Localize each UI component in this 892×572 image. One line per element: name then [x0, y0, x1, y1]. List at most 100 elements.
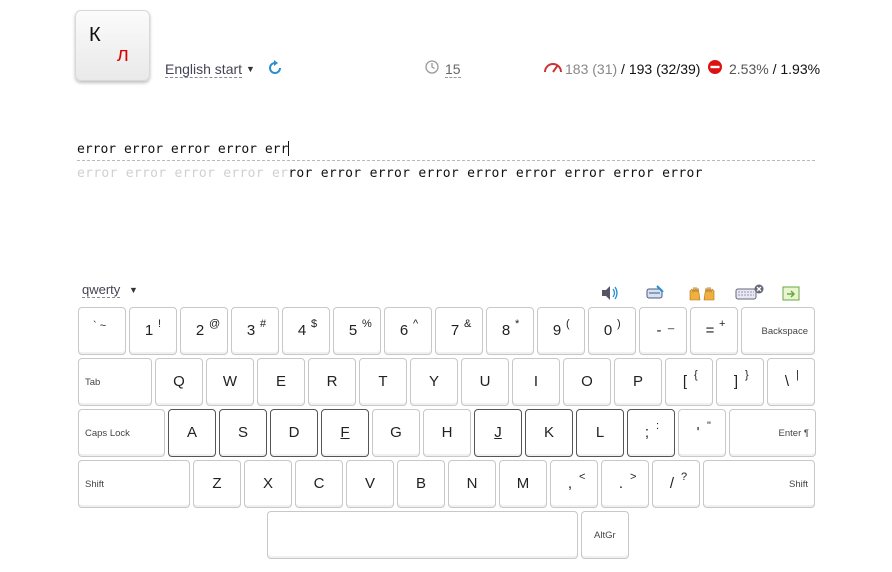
- key-1[interactable]: 1!: [129, 307, 177, 355]
- key-enter[interactable]: Enter ¶: [729, 409, 816, 457]
- key-tab[interactable]: Tab: [78, 358, 152, 406]
- logo[interactable]: К л: [75, 10, 150, 81]
- keyboard-color-icon[interactable]: [645, 284, 665, 302]
- chevron-down-icon[interactable]: ▼: [129, 285, 138, 295]
- key-main-label: ]: [733, 373, 739, 390]
- key-main-label: V: [364, 475, 375, 492]
- key-row3-11[interactable]: ' ": [678, 409, 726, 457]
- key-shift-label: !: [158, 318, 162, 330]
- lesson-selector[interactable]: English start: [165, 61, 243, 78]
- key-main-label: E: [275, 373, 286, 390]
- key-main-label: \: [784, 373, 790, 390]
- key-e[interactable]: E: [257, 358, 305, 406]
- key-label: Caps Lock: [85, 428, 130, 439]
- key-shift-label: $: [311, 318, 318, 330]
- source-text-done: error error error error er: [77, 166, 289, 181]
- key-row2-12[interactable]: ]}: [716, 358, 764, 406]
- key-h[interactable]: H: [423, 409, 471, 457]
- key-caps-lock[interactable]: Caps Lock: [78, 409, 165, 457]
- key-p[interactable]: P: [614, 358, 662, 406]
- key-k[interactable]: K: [525, 409, 573, 457]
- key-b[interactable]: B: [397, 460, 445, 508]
- key-y[interactable]: Y: [410, 358, 458, 406]
- source-text-remaining: ror error error error error error error …: [288, 166, 703, 181]
- keyboard-layout-selector[interactable]: qwerty: [82, 282, 121, 298]
- key-r[interactable]: R: [308, 358, 356, 406]
- key-shift[interactable]: Shift: [78, 460, 190, 508]
- key-label: Shift: [788, 479, 808, 490]
- key-label: Backspace: [761, 326, 808, 337]
- key-z[interactable]: Z: [193, 460, 241, 508]
- key-shift-label: ": [707, 420, 711, 432]
- key-shift-label: %: [362, 318, 372, 330]
- key-l[interactable]: L: [576, 409, 624, 457]
- key-3[interactable]: 3 #: [231, 307, 279, 355]
- key-shift[interactable]: Shift: [703, 460, 815, 508]
- key-o[interactable]: O: [563, 358, 611, 406]
- typed-text[interactable]: error error error error err: [77, 141, 290, 157]
- key-shift-label: |: [796, 369, 799, 381]
- key-main-label: ,: [567, 475, 573, 492]
- key-m[interactable]: M: [499, 460, 547, 508]
- key-6[interactable]: 6 ^: [384, 307, 432, 355]
- key-f[interactable]: F: [321, 409, 369, 457]
- key-t[interactable]: T: [359, 358, 407, 406]
- input-divider: [77, 160, 815, 161]
- logo-letter-1: К: [89, 24, 101, 46]
- key-row1-0[interactable]: ` ~: [78, 307, 126, 355]
- key-n[interactable]: N: [448, 460, 496, 508]
- key-u[interactable]: U: [461, 358, 509, 406]
- keyboard-hide-icon[interactable]: [735, 284, 765, 302]
- key-9[interactable]: 9(: [537, 307, 585, 355]
- chevron-down-icon[interactable]: ▼: [246, 64, 255, 74]
- fullscreen-icon[interactable]: [781, 284, 801, 302]
- key-shift-label: ?: [681, 471, 688, 483]
- key-a[interactable]: A: [168, 409, 216, 457]
- key-main-label: C: [313, 475, 325, 492]
- key-main-label: 6: [399, 322, 409, 339]
- key-q[interactable]: Q: [155, 358, 203, 406]
- key-main-label: 8: [501, 322, 511, 339]
- key-row2-11[interactable]: [{: [665, 358, 713, 406]
- error-stats: 2.53% / 1.93%: [729, 61, 820, 77]
- logo-letter-2: л: [117, 44, 129, 66]
- key-row2-13[interactable]: \ |: [767, 358, 815, 406]
- key-row4-10[interactable]: /?: [652, 460, 700, 508]
- key-v[interactable]: V: [346, 460, 394, 508]
- speaker-icon[interactable]: [600, 284, 620, 302]
- key-space[interactable]: [267, 511, 578, 559]
- key-2[interactable]: 2 @: [180, 307, 228, 355]
- key-x[interactable]: X: [244, 460, 292, 508]
- key-row4-8[interactable]: , <: [550, 460, 598, 508]
- hands-icon[interactable]: [688, 284, 716, 302]
- key-d[interactable]: D: [270, 409, 318, 457]
- key-shift-label: >: [630, 471, 637, 483]
- key-row1-11[interactable]: - _: [639, 307, 687, 355]
- key-altgr[interactable]: AltGr: [581, 511, 629, 559]
- timer-value[interactable]: 15: [445, 61, 461, 78]
- key-w[interactable]: W: [206, 358, 254, 406]
- key-i[interactable]: I: [512, 358, 560, 406]
- refresh-icon[interactable]: [266, 59, 284, 77]
- key-main-label: -: [656, 322, 662, 339]
- key-8[interactable]: 8 *: [486, 307, 534, 355]
- speedometer-icon: [544, 63, 562, 73]
- key-main-label: Y: [428, 373, 439, 390]
- key-5[interactable]: 5%: [333, 307, 381, 355]
- key-main-label: B: [415, 475, 426, 492]
- key-4[interactable]: 4 $: [282, 307, 330, 355]
- key-s[interactable]: S: [219, 409, 267, 457]
- key-j[interactable]: J: [474, 409, 522, 457]
- key-shift-label: {: [694, 369, 698, 381]
- key-main-label: I: [533, 373, 539, 390]
- key-g[interactable]: G: [372, 409, 420, 457]
- typed-text-value: error error error error err: [77, 142, 289, 157]
- key-row4-9[interactable]: . >: [601, 460, 649, 508]
- key-backspace[interactable]: Backspace: [741, 307, 815, 355]
- key-row1-12[interactable]: = +: [690, 307, 738, 355]
- key-0[interactable]: 0): [588, 307, 636, 355]
- key-row3-10[interactable]: ;:: [627, 409, 675, 457]
- key-7[interactable]: 7 &: [435, 307, 483, 355]
- source-text: error error error error error error erro…: [77, 166, 703, 181]
- key-c[interactable]: C: [295, 460, 343, 508]
